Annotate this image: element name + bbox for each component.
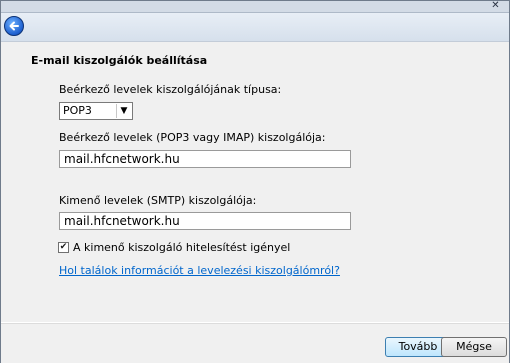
page-title: E-mail kiszolgálók beállítása — [31, 54, 208, 67]
incoming-type-value: POP3 — [63, 104, 92, 117]
outgoing-server-label: Kimenő levelek (SMTP) kiszolgálója: — [59, 194, 257, 207]
auth-checkbox[interactable]: ✔ — [58, 242, 69, 253]
navigation-bar — [1, 13, 509, 42]
chevron-down-icon[interactable]: ▼ — [116, 104, 131, 118]
close-button[interactable]: ✕ — [488, 1, 503, 11]
incoming-type-select[interactable]: POP3 ▼ — [59, 102, 133, 120]
back-arrow-icon — [9, 21, 19, 31]
title-bar: ✕ — [1, 1, 509, 13]
incoming-server-label: Beérkező levelek (POP3 vagy IMAP) kiszol… — [59, 131, 326, 144]
back-button[interactable] — [4, 16, 24, 36]
help-link[interactable]: Hol találok információt a levelezési kis… — [59, 264, 340, 277]
cancel-button[interactable]: Mégse — [441, 337, 507, 357]
incoming-server-input[interactable]: mail.hfcnetwork.hu — [59, 150, 351, 168]
auth-checkbox-label[interactable]: A kimenő kiszolgáló hitelesítést igényel — [73, 241, 290, 254]
outgoing-server-input[interactable]: mail.hfcnetwork.hu — [59, 212, 351, 230]
incoming-type-label: Beérkező levelek kiszolgálójának típusa: — [59, 83, 282, 96]
